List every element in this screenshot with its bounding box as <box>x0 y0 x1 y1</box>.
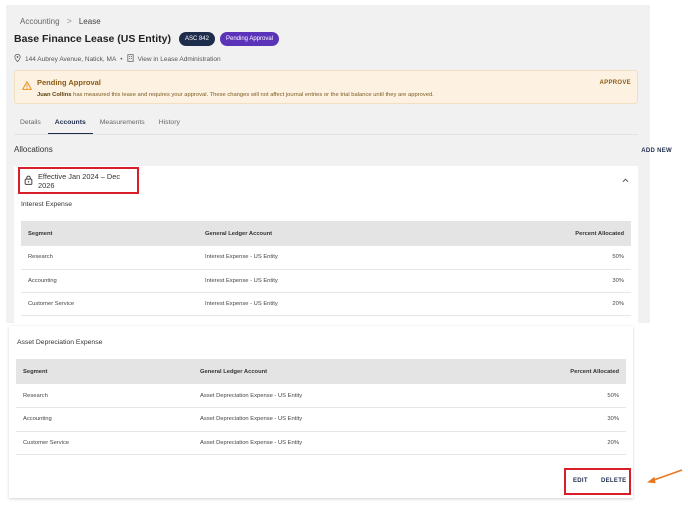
tab-bar: Details Accounts Measurements History <box>14 117 187 135</box>
allocation-card-interest: Effective Jan 2024 – Dec 2026 Interest E… <box>14 166 638 323</box>
segment-cell: Customer Service <box>16 431 193 456</box>
depreciation-expense-title: Asset Depreciation Expense <box>17 339 103 346</box>
location-pin-icon <box>14 53 21 64</box>
depreciation-expense-table: Segment General Ledger Account Percent A… <box>16 359 626 456</box>
building-icon <box>127 54 134 64</box>
tab-measurements[interactable]: Measurements <box>93 117 152 135</box>
table-row: Customer Service Interest Expense - US E… <box>21 292 631 317</box>
interest-expense-title: Interest Expense <box>21 201 73 208</box>
delete-button[interactable]: DELETE <box>601 478 626 484</box>
alert-message: Juan Collins has measured this lease and… <box>37 92 434 98</box>
effective-period-label: Effective Jan 2024 – Dec 2026 <box>38 171 121 190</box>
page-title: Base Finance Lease (US Entity) <box>14 33 171 45</box>
card-actions: EDIT DELETE <box>564 468 631 495</box>
address-text: 144 Aubrey Avenue, Natick, MA <box>25 55 117 63</box>
status-badge: Pending Approval <box>219 32 280 46</box>
percent-cell: 50% <box>564 246 631 270</box>
segment-cell: Accounting <box>16 407 193 432</box>
breadcrumb-accounting[interactable]: Accounting <box>20 17 60 26</box>
chevron-up-icon[interactable] <box>622 176 629 185</box>
breadcrumb-lease: Lease <box>78 16 101 26</box>
gl-account-cell: Interest Expense - US Entity <box>198 292 564 317</box>
add-new-button[interactable]: ADD NEW <box>641 148 672 154</box>
gl-account-cell: Asset Depreciation Expense - US Entity <box>193 384 559 409</box>
column-gl-account: General Ledger Account <box>198 221 564 246</box>
gl-account-cell: Interest Expense - US Entity <box>198 269 564 294</box>
column-percent: Percent Allocated <box>564 221 631 246</box>
effective-period-header[interactable]: Effective Jan 2024 – Dec 2026 <box>18 167 139 194</box>
percent-cell: 50% <box>559 384 626 409</box>
allocations-heading: Allocations <box>14 145 53 154</box>
edit-button[interactable]: EDIT <box>573 478 588 484</box>
table-row: Research Asset Depreciation Expense - US… <box>16 384 626 409</box>
approve-button[interactable]: APPROVE <box>600 80 631 86</box>
segment-cell: Research <box>21 246 198 270</box>
gl-account-cell: Asset Depreciation Expense - US Entity <box>193 407 559 432</box>
percent-cell: 20% <box>559 431 626 456</box>
percent-cell: 20% <box>564 292 631 317</box>
table-row: Customer Service Asset Depreciation Expe… <box>16 431 626 456</box>
alert-title: Pending Approval <box>37 78 101 87</box>
tab-details[interactable]: Details <box>14 117 48 135</box>
breadcrumb-separator: > <box>66 16 72 26</box>
dot-separator: • <box>120 55 123 63</box>
alert-user: Juan Collins <box>37 92 72 98</box>
gl-account-cell: Interest Expense - US Entity <box>198 246 564 270</box>
view-in-lease-admin-link[interactable]: View in Lease Administration <box>138 56 221 63</box>
segment-cell: Customer Service <box>21 292 198 317</box>
title-row: Base Finance Lease (US Entity) ASC 842 P… <box>14 32 280 46</box>
percent-cell: 30% <box>564 269 631 294</box>
table-header-row: Segment General Ledger Account Percent A… <box>21 221 631 246</box>
column-gl-account: General Ledger Account <box>193 359 559 384</box>
alert-text: has measured this lease and requires you… <box>73 92 434 98</box>
table-row: Accounting Interest Expense - US Entity … <box>21 269 631 294</box>
percent-cell: 30% <box>559 407 626 432</box>
column-segment: Segment <box>16 359 193 384</box>
column-segment: Segment <box>21 221 198 246</box>
segment-cell: Accounting <box>21 269 198 294</box>
table-row: Research Interest Expense - US Entity 50… <box>21 246 631 270</box>
breadcrumb: Accounting > Lease <box>20 16 101 26</box>
address-row: 144 Aubrey Avenue, Natick, MA • View in … <box>14 53 221 64</box>
tab-accounts[interactable]: Accounts <box>47 117 93 135</box>
column-percent: Percent Allocated <box>559 359 626 384</box>
tabs-divider <box>14 134 638 135</box>
pending-approval-alert: Pending Approval Juan Collins has measur… <box>14 70 638 104</box>
gl-account-cell: Asset Depreciation Expense - US Entity <box>193 431 559 456</box>
table-header-row: Segment General Ledger Account Percent A… <box>16 359 626 384</box>
segment-cell: Research <box>16 384 193 409</box>
warning-icon <box>22 77 32 95</box>
arrow-icon <box>645 467 685 490</box>
allocation-card-depreciation: Asset Depreciation Expense Segment Gener… <box>9 326 633 498</box>
table-row: Accounting Asset Depreciation Expense - … <box>16 407 626 432</box>
lock-icon <box>24 175 33 187</box>
tab-history[interactable]: History <box>152 117 187 135</box>
interest-expense-table: Segment General Ledger Account Percent A… <box>21 221 631 317</box>
asc-badge: ASC 842 <box>178 32 215 46</box>
